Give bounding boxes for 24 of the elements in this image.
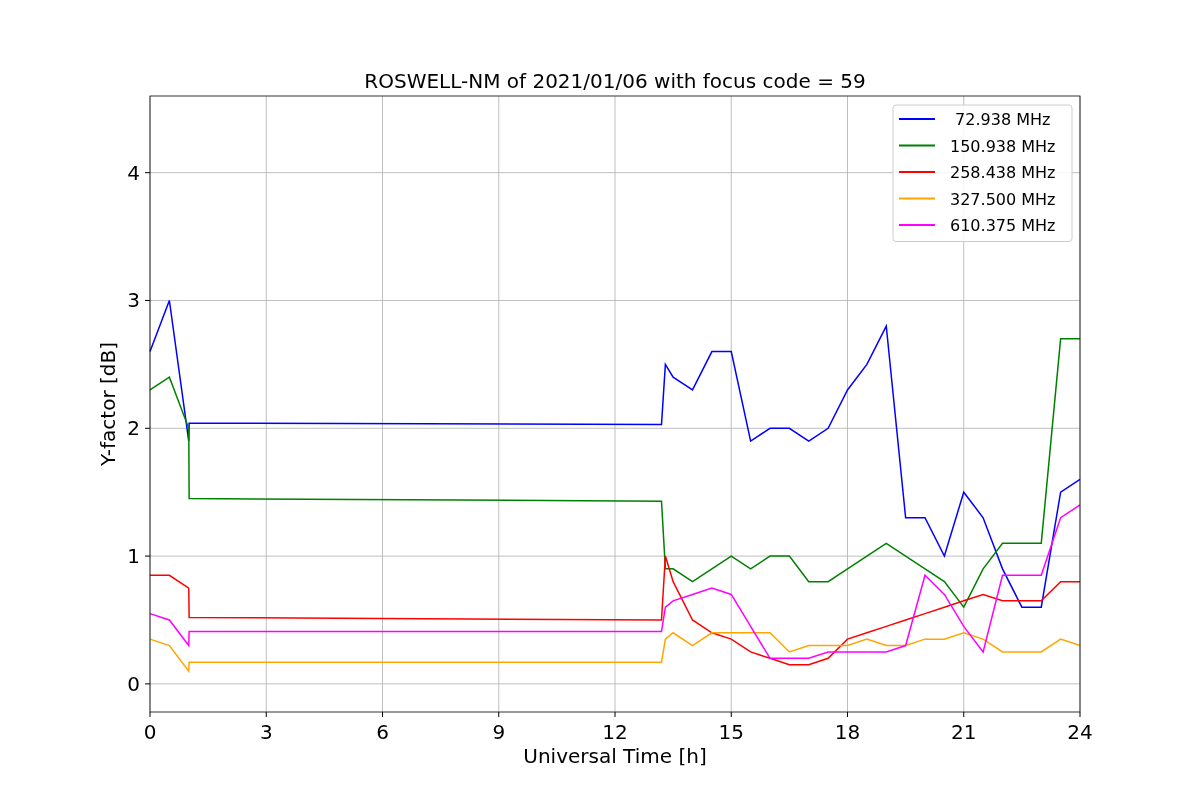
tick-label: 0 xyxy=(143,720,157,744)
legend-label: 150.938 MHz xyxy=(950,136,1056,156)
y-axis-label: Y-factor [dB] xyxy=(96,342,120,466)
tick-label: 21 xyxy=(951,720,977,744)
tick-label: 0 xyxy=(127,671,140,696)
tick-label: 18 xyxy=(834,720,861,744)
legend-label: 327.500 MHz xyxy=(950,189,1056,209)
legend-label: 610.375 MHz xyxy=(950,216,1056,235)
tick-label: 15 xyxy=(718,720,744,744)
legend-label: 72.938 MHz xyxy=(955,110,1051,129)
tick-label: 12 xyxy=(602,720,628,744)
chart-title: ROSWELL-NM of 2021/01/06 with focus code = 59 xyxy=(364,69,866,93)
legend-swatch xyxy=(898,144,936,147)
tick-label: 1 xyxy=(127,544,140,569)
legend-label: 258.438 MHz xyxy=(950,163,1056,182)
tick-label: 4 xyxy=(127,160,140,185)
legend-swatch xyxy=(898,197,936,200)
tick-label: 9 xyxy=(492,720,506,744)
tick-label: 2 xyxy=(127,416,140,441)
tick-label: 3 xyxy=(127,288,140,313)
tick-label: 24 xyxy=(1067,720,1093,744)
x-axis-label: Universal Time [h] xyxy=(523,744,707,768)
tick-label: 3 xyxy=(259,720,273,744)
tick-label: 6 xyxy=(376,720,389,744)
